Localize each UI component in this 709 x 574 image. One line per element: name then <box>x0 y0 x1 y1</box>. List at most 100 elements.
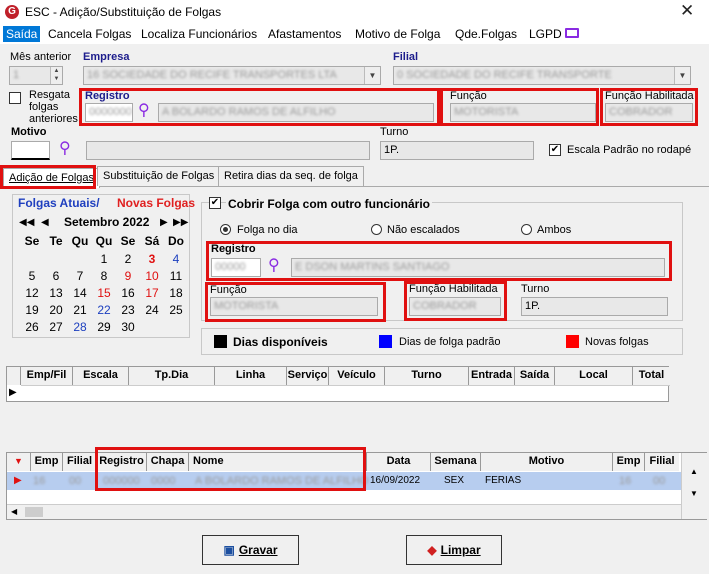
vertical-scrollbar[interactable]: ▲ ▼ <box>681 453 707 519</box>
escala-padrao-checkbox[interactable]: ✔ <box>549 144 561 156</box>
calendar-day[interactable]: 15 <box>92 286 116 300</box>
escala-grid[interactable]: Emp/Fil Escala Tp.Dia Linha Serviço Veíc… <box>6 366 670 402</box>
calendar-day[interactable]: 7 <box>68 269 92 283</box>
col-motivo[interactable]: Motivo <box>481 453 613 471</box>
next-year-icon[interactable]: ▶▶ <box>173 217 188 228</box>
calendar-day[interactable]: 17 <box>140 286 164 300</box>
calendar-day[interactable]: 27 <box>44 320 68 334</box>
grid-row-empty[interactable] <box>21 385 670 401</box>
search-icon[interactable]: ⚲ <box>268 258 280 274</box>
scroll-left-icon[interactable]: ◀ <box>11 507 17 516</box>
calendar-day[interactable]: 20 <box>44 303 68 317</box>
col-semana[interactable]: Semana <box>431 453 481 471</box>
calendar-day[interactable]: 16 <box>116 286 140 300</box>
calendar-day[interactable]: 29 <box>92 320 116 334</box>
row-pointer-icon: ▶ <box>14 475 22 486</box>
calendar-day[interactable]: 21 <box>68 303 92 317</box>
menu-localiza-funcionarios[interactable]: Localiza Funcionários <box>138 26 260 42</box>
col-tp-dia[interactable]: Tp.Dia <box>129 367 215 385</box>
chevron-down-icon[interactable]: ▼ <box>364 67 380 84</box>
gravar-button[interactable]: ▣ Gravar <box>202 535 299 565</box>
col-emp-2[interactable]: Emp <box>613 453 645 471</box>
menu-afastamentos[interactable]: Afastamentos <box>265 26 344 42</box>
calendar-day[interactable]: 8 <box>92 269 116 283</box>
legend-red-swatch <box>566 335 579 348</box>
cell-emp: 16 <box>33 475 46 487</box>
search-icon[interactable]: ⚲ <box>59 141 71 157</box>
menu-qde-folgas[interactable]: Qde.Folgas <box>452 26 520 42</box>
calendar-day[interactable]: 14 <box>68 286 92 300</box>
menu-cancela-folgas[interactable]: Cancela Folgas <box>45 26 134 42</box>
empresa-select[interactable]: 16 SOCIEDADE DO RECIFE TRANSPORTES LTA ▼ <box>83 66 381 85</box>
prev-year-icon[interactable]: ◀◀ <box>19 217 34 228</box>
prev-month-icon[interactable]: ◀ <box>41 217 49 228</box>
menu-bar: Saída Cancela Folgas Localiza Funcionári… <box>0 24 709 44</box>
calendar-day[interactable]: 28 <box>68 320 92 334</box>
cobrir-registro-input[interactable]: 00000 <box>211 258 261 277</box>
resgata-checkbox[interactable] <box>9 92 21 104</box>
scroll-thumb[interactable] <box>25 507 43 517</box>
limpar-button[interactable]: ◆ Limpar <box>406 535 502 565</box>
col-escala[interactable]: Escala <box>73 367 129 385</box>
calendar-day[interactable]: 3 <box>140 252 164 266</box>
calendar-day[interactable]: 24 <box>140 303 164 317</box>
next-month-icon[interactable]: ▶ <box>160 217 168 228</box>
cobrir-funcao-label: Função <box>210 284 247 296</box>
col-turno[interactable]: Turno <box>385 367 469 385</box>
calendar-day[interactable]: 5 <box>20 269 44 283</box>
sort-down-icon[interactable]: ▼ <box>7 453 31 471</box>
col-data[interactable]: Data <box>367 453 431 471</box>
calendar-day[interactable]: 30 <box>116 320 140 334</box>
mes-anterior-stepper[interactable]: 1 ▲ ▼ <box>9 66 63 85</box>
calendar-day[interactable]: 12 <box>20 286 44 300</box>
calendar-day[interactable]: 9 <box>116 269 140 283</box>
weekday-label: Qu <box>71 234 89 248</box>
col-filial[interactable]: Filial <box>63 453 97 471</box>
horizontal-scrollbar[interactable]: ◀ <box>7 504 681 519</box>
monitor-icon[interactable] <box>565 28 579 38</box>
calendar-day[interactable]: 1 <box>92 252 116 266</box>
col-entrada[interactable]: Entrada <box>469 367 515 385</box>
calendar-day[interactable]: 18 <box>164 286 188 300</box>
cobrir-checkbox[interactable]: ✔ <box>209 197 221 209</box>
col-linha[interactable]: Linha <box>215 367 287 385</box>
menu-motivo-de-folga[interactable]: Motivo de Folga <box>352 26 443 42</box>
title-bar: G ESC - Adição/Substituição de Folgas ✕ <box>0 0 709 24</box>
cell-semana: SEX <box>444 475 465 486</box>
registro-input[interactable]: 0000000 <box>85 103 133 122</box>
calendar-day[interactable]: 10 <box>140 269 164 283</box>
tab-retira-dias[interactable]: Retira dias da seq. de folga <box>218 166 364 186</box>
menu-lgpd[interactable]: LGPD <box>526 26 565 42</box>
chevron-down-icon[interactable]: ▼ <box>674 67 690 84</box>
col-servico[interactable]: Serviço <box>287 367 329 385</box>
menu-saida[interactable]: Saída <box>3 26 41 42</box>
col-filial-2[interactable]: Filial <box>645 453 679 471</box>
tab-substituicao-de-folgas[interactable]: Substituição de Folgas <box>97 166 221 186</box>
col-total[interactable]: Total <box>633 367 670 385</box>
close-icon[interactable]: ✕ <box>680 2 694 20</box>
scroll-down-icon[interactable]: ▼ <box>690 489 698 498</box>
col-veiculo[interactable]: Veículo <box>329 367 385 385</box>
calendar-day[interactable]: 2 <box>116 252 140 266</box>
col-saida[interactable]: Saída <box>515 367 555 385</box>
search-icon[interactable]: ⚲ <box>138 103 150 119</box>
motivo-input[interactable] <box>11 141 50 160</box>
filial-select[interactable]: 0 SOCIEDADE DO RECIFE TRANSPORTE ▼ <box>393 66 691 85</box>
radio-ambos[interactable] <box>521 224 532 235</box>
col-emp-fil[interactable]: Emp/Fil <box>21 367 73 385</box>
calendar-day[interactable]: 22 <box>92 303 116 317</box>
radio-folga-no-dia[interactable] <box>220 224 231 235</box>
scroll-up-icon[interactable]: ▲ <box>690 467 698 476</box>
calendar-day[interactable]: 6 <box>44 269 68 283</box>
calendar-day[interactable]: 19 <box>20 303 44 317</box>
radio-nao-escalados[interactable] <box>371 224 382 235</box>
calendar-day[interactable]: 25 <box>164 303 188 317</box>
calendar-day[interactable]: 4 <box>164 252 188 266</box>
col-local[interactable]: Local <box>555 367 633 385</box>
calendar-day[interactable]: 23 <box>116 303 140 317</box>
save-icon: ▣ <box>223 543 235 557</box>
calendar-day[interactable]: 13 <box>44 286 68 300</box>
col-emp[interactable]: Emp <box>31 453 63 471</box>
calendar-day[interactable]: 26 <box>20 320 44 334</box>
calendar-day[interactable]: 11 <box>164 269 188 283</box>
